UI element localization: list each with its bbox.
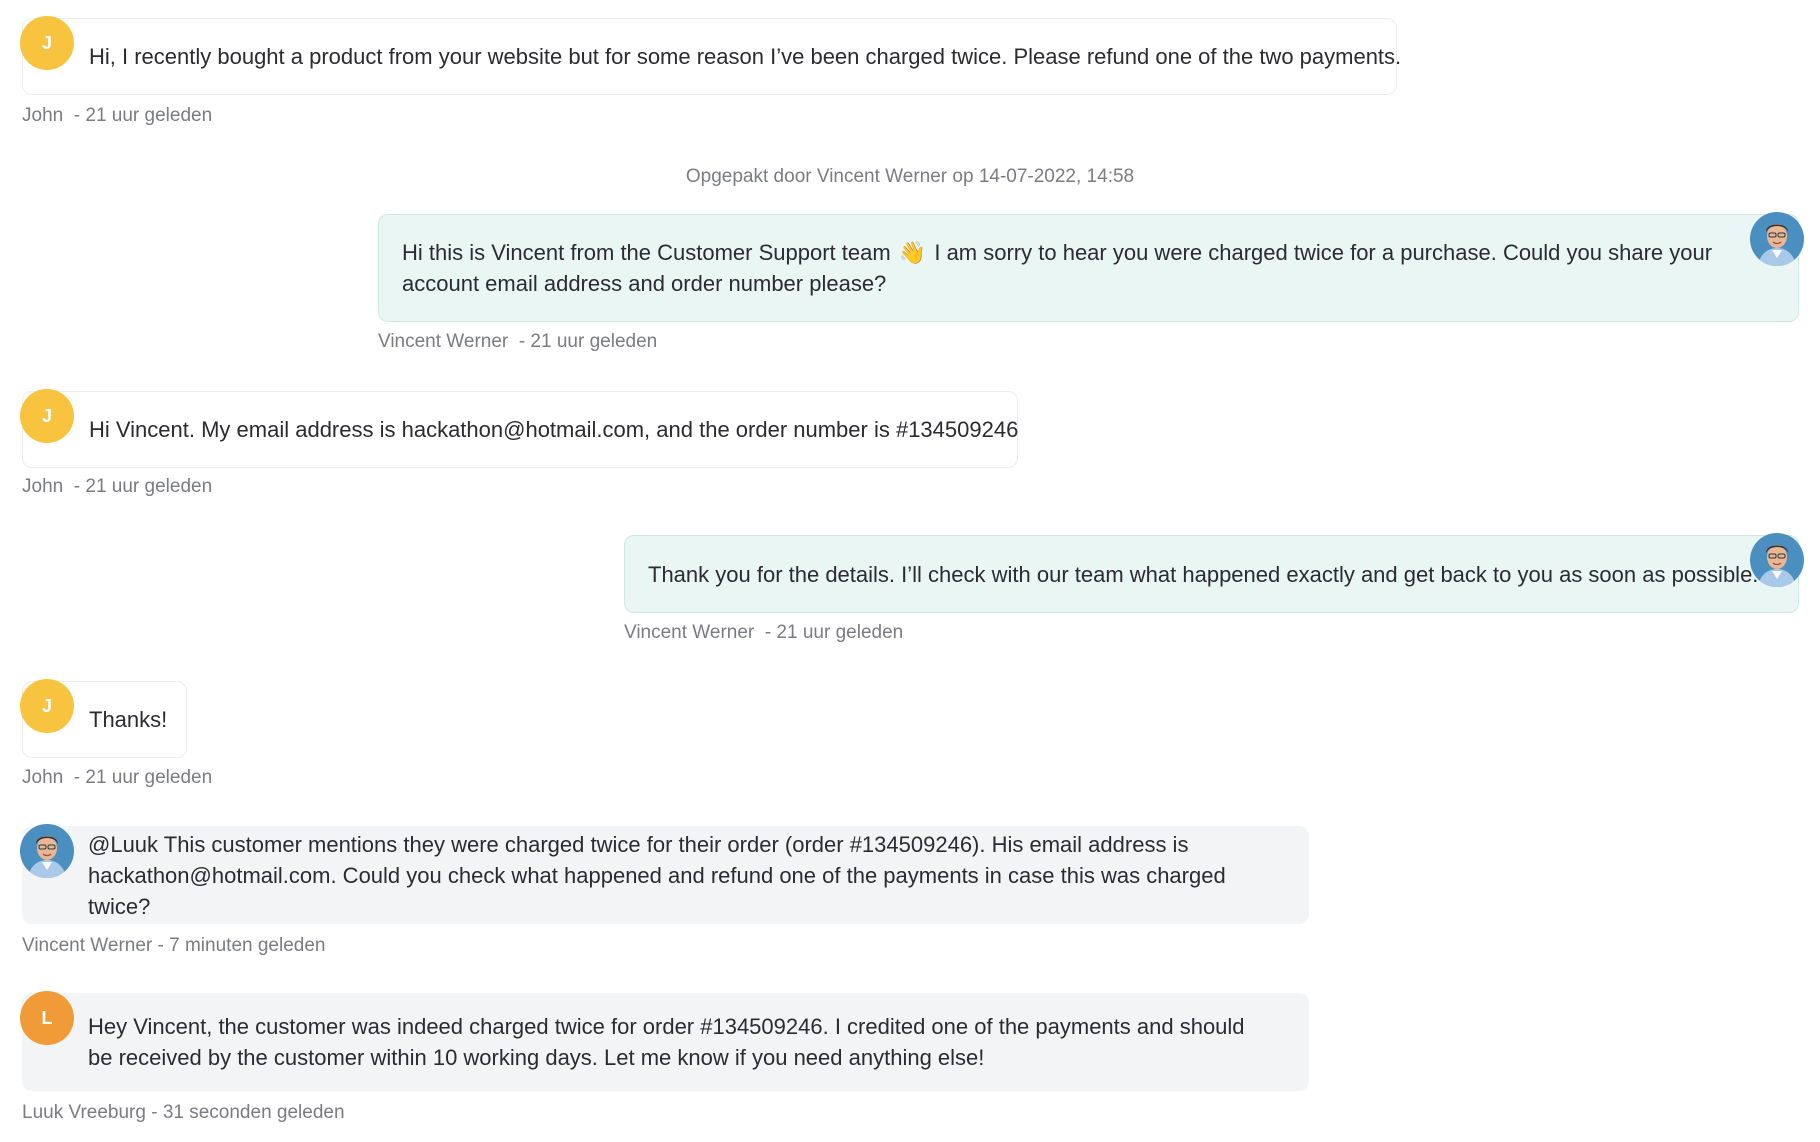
message-author: John [22, 476, 64, 497]
customer-avatar: J [20, 679, 74, 733]
message-time: - 21 uur geleden [518, 331, 658, 352]
message-time: - 21 uur geleden [73, 476, 213, 497]
message-bubble-customer: Hi Vincent. My email address is hackatho… [22, 391, 1018, 468]
message-meta: Vincent Werner - 7 minuten geleden [22, 935, 326, 956]
message-meta: Vincent Werner - 21 uur geleden [378, 331, 657, 353]
internal-note-bubble: Hey Vincent, the customer was indeed cha… [22, 993, 1309, 1091]
message-time: - 21 uur geleden [764, 622, 904, 643]
message-author: Vincent Werner [378, 331, 509, 352]
agent-avatar-photo [1750, 212, 1804, 266]
message-text: Hi this is Vincent from the Customer Sup… [402, 237, 1734, 299]
system-event: Opgepakt door Vincent Werner op 14-07-20… [685, 166, 1135, 187]
customer-avatar: J [20, 16, 74, 70]
agent-avatar-photo [20, 824, 74, 878]
message-text: Hi, I recently bought a product from you… [89, 44, 1402, 69]
message-time: - 21 uur geleden [73, 105, 213, 126]
message-bubble-agent: Hi this is Vincent from the Customer Sup… [378, 214, 1799, 322]
message-meta: Luuk Vreeburg - 31 seconden geleden [22, 1102, 345, 1123]
message-text: @Luuk This customer mentions they were c… [88, 831, 1226, 919]
message-time: - 21 uur geleden [73, 767, 213, 788]
waving-hand-emoji: 👋 [898, 240, 927, 265]
message-text: Hey Vincent, the customer was indeed cha… [88, 1014, 1245, 1070]
message-author: John [22, 105, 64, 126]
message-meta: John - 21 uur geleden [22, 105, 212, 127]
agent-avatar-photo [1750, 533, 1804, 587]
message-author: John [22, 767, 64, 788]
message-text: Hi Vincent. My email address is hackatho… [89, 417, 1019, 442]
message-text: Thank you for the details. I’ll check wi… [648, 561, 1759, 587]
message-text: Thanks! [89, 707, 168, 732]
customer-avatar: J [20, 389, 74, 443]
message-bubble-agent: Thank you for the details. I’ll check wi… [624, 535, 1799, 613]
message-author: Vincent Werner [624, 622, 755, 643]
message-meta: John - 21 uur geleden [22, 476, 212, 498]
internal-note-bubble: @Luuk This customer mentions they were c… [22, 826, 1309, 924]
luuk-avatar: L [20, 991, 74, 1045]
message-meta: John - 21 uur geleden [22, 767, 212, 789]
message-bubble-customer: Hi, I recently bought a product from you… [22, 18, 1401, 95]
message-meta: Vincent Werner - 21 uur geleden [624, 622, 903, 644]
